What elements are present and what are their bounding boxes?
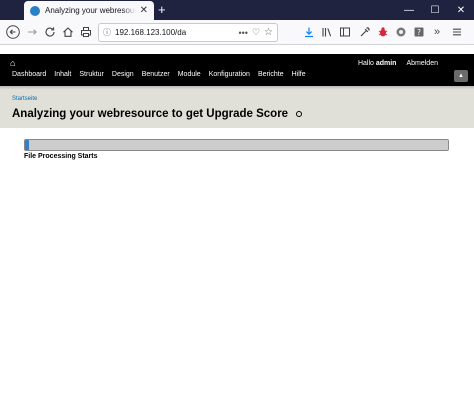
progress-bar bbox=[24, 139, 449, 151]
menu-item-design[interactable]: Design bbox=[112, 71, 134, 78]
logout-link[interactable]: Abmelden bbox=[406, 60, 438, 67]
toolbar-home-icon[interactable]: ⌂ bbox=[10, 58, 15, 68]
progress-message: File Processing Starts bbox=[24, 153, 98, 160]
browser-tab[interactable]: Analyzing your webresource to get Upgrad… bbox=[24, 1, 154, 20]
reload-icon[interactable] bbox=[41, 23, 59, 41]
url-bar[interactable]: ⓘ 192.168.123.100/da ••• ♡ ☆ bbox=[98, 23, 278, 42]
extension-icon[interactable] bbox=[392, 23, 410, 41]
window-controls: — ☐ ✕ bbox=[396, 0, 474, 20]
menu-item-hilfe[interactable]: Hilfe bbox=[292, 71, 306, 78]
sidebar-icon[interactable] bbox=[336, 23, 354, 41]
spinner-icon bbox=[296, 110, 303, 117]
info-icon[interactable]: ⓘ bbox=[103, 27, 111, 38]
overflow-icon[interactable]: » bbox=[428, 23, 446, 41]
forward-icon[interactable] bbox=[23, 23, 41, 41]
browser-titlebar: Analyzing your webresource to get Upgrad… bbox=[0, 0, 474, 20]
print-icon[interactable] bbox=[77, 23, 95, 41]
tab-close-icon[interactable]: ✕ bbox=[140, 5, 148, 16]
greeting-text: Hallo bbox=[357, 60, 374, 67]
page-title-text: Analyzing your webresource to get Upgrad… bbox=[12, 108, 289, 120]
svg-text:?: ? bbox=[417, 28, 421, 37]
menu-item-berichte[interactable]: Berichte bbox=[258, 71, 284, 78]
pocket-icon[interactable]: ♡ bbox=[252, 27, 260, 38]
page-actions-icon[interactable]: ••• bbox=[239, 28, 248, 38]
maximize-button[interactable]: ☐ bbox=[422, 0, 448, 20]
menu-item-benutzer[interactable]: Benutzer bbox=[142, 71, 170, 78]
back-icon[interactable] bbox=[4, 23, 22, 41]
close-window-button[interactable]: ✕ bbox=[448, 0, 474, 20]
breadcrumb[interactable]: Startseite bbox=[12, 96, 37, 102]
new-tab-button[interactable]: + bbox=[158, 2, 166, 18]
toolbar-toggle-button[interactable]: ▲ bbox=[454, 70, 468, 82]
home-icon[interactable] bbox=[59, 23, 77, 41]
bug-icon[interactable] bbox=[374, 23, 392, 41]
user-area: Hallo admin Abmelden bbox=[358, 60, 438, 67]
library-icon[interactable] bbox=[318, 23, 336, 41]
menu-item-dashboard[interactable]: Dashboard bbox=[12, 71, 46, 78]
admin-menu: Dashboard Inhalt Struktur Design Benutze… bbox=[12, 71, 306, 78]
minimize-button[interactable]: — bbox=[396, 0, 422, 20]
bookmark-star-icon[interactable]: ☆ bbox=[264, 27, 273, 38]
page-header: Startseite Analyzing your webresource to… bbox=[0, 86, 474, 128]
eyedropper-icon[interactable] bbox=[356, 23, 374, 41]
help-icon[interactable]: ? bbox=[410, 23, 428, 41]
menu-item-struktur[interactable]: Struktur bbox=[79, 71, 104, 78]
url-text[interactable]: 192.168.123.100/da bbox=[115, 28, 235, 37]
menu-icon[interactable] bbox=[448, 23, 466, 41]
tab-title: Analyzing your webresource to get Upgrad… bbox=[45, 6, 136, 15]
admin-toolbar: ⌂ Dashboard Inhalt Struktur Design Benut… bbox=[0, 54, 474, 86]
progress-fill bbox=[25, 140, 30, 150]
browser-navbar: ⓘ 192.168.123.100/da ••• ♡ ☆ ? » bbox=[0, 20, 474, 45]
download-icon[interactable] bbox=[300, 23, 318, 41]
menu-item-module[interactable]: Module bbox=[178, 71, 201, 78]
user-greeting[interactable]: Hallo admin bbox=[358, 60, 397, 67]
menu-item-inhalt[interactable]: Inhalt bbox=[54, 71, 71, 78]
page-title: Analyzing your webresource to get Upgrad… bbox=[12, 108, 303, 120]
username: admin bbox=[375, 60, 397, 67]
menu-item-konfiguration[interactable]: Konfiguration bbox=[209, 71, 250, 78]
drupal-favicon-icon bbox=[30, 5, 40, 16]
